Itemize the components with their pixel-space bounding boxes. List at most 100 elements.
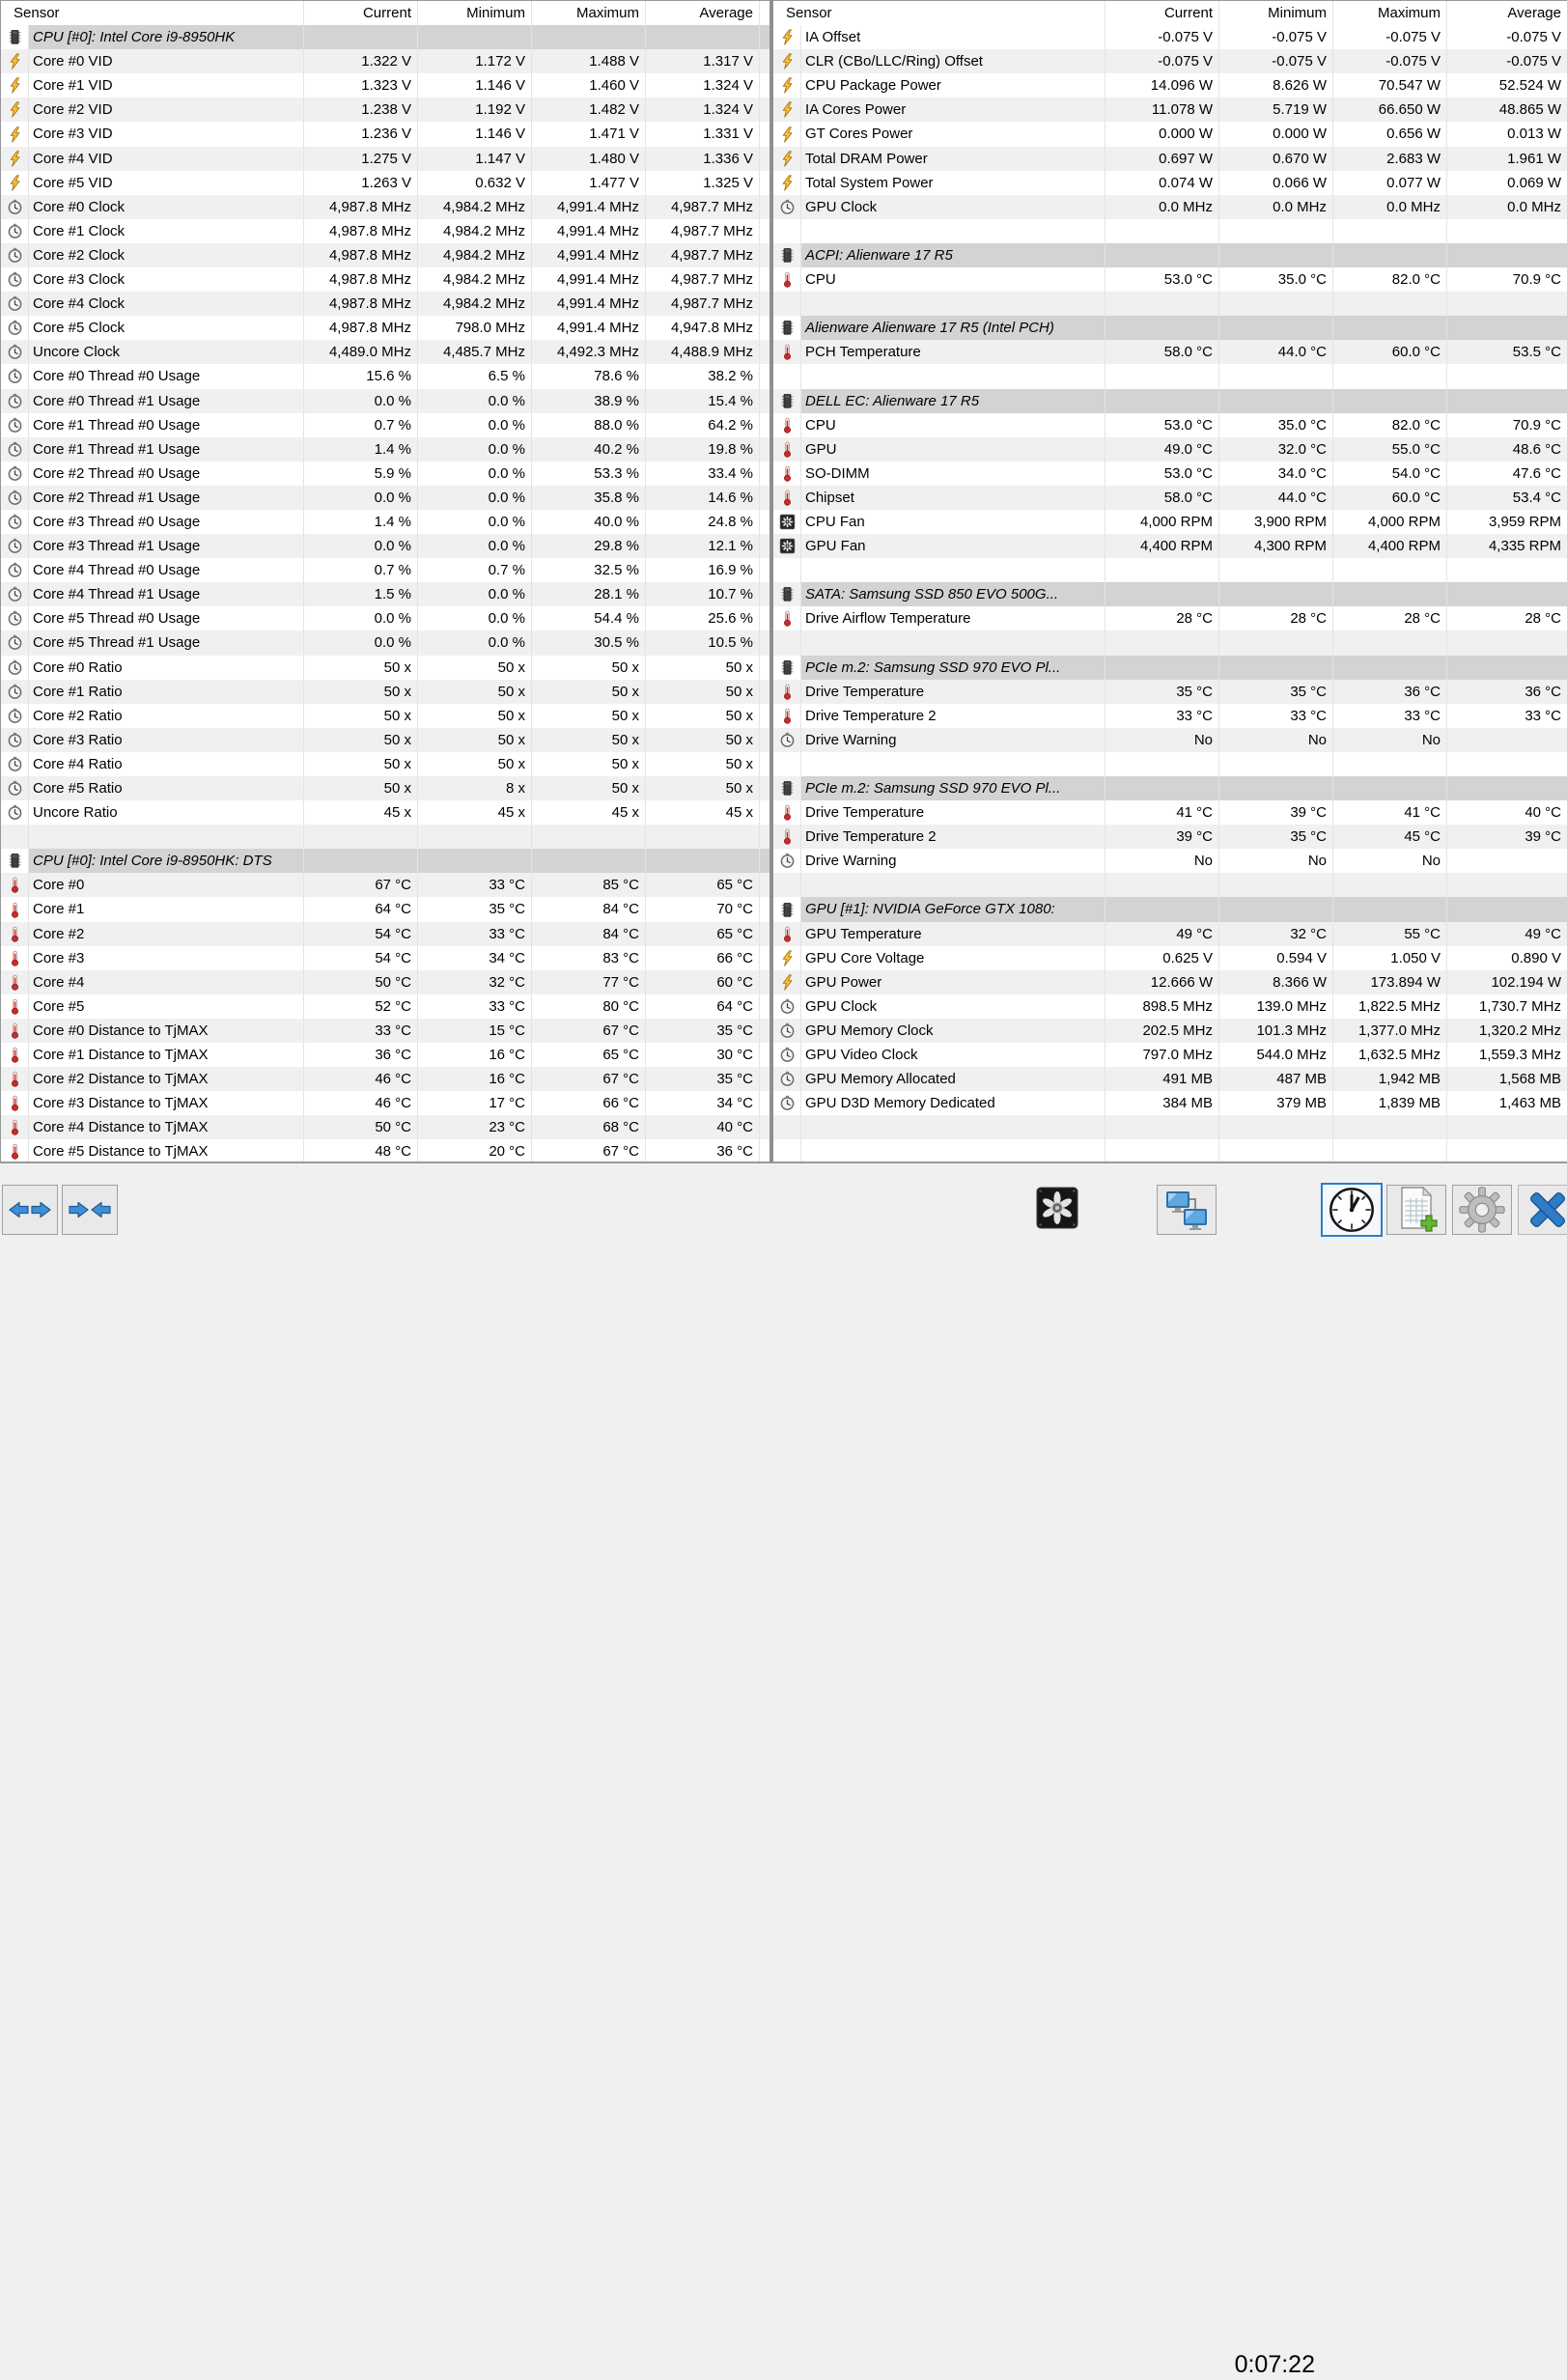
sensor-row[interactable]: Uncore Ratio45 x45 x45 x45 x [1,800,770,825]
sensor-row[interactable]: GPU Memory Allocated491 MB487 MB1,942 MB… [773,1067,1567,1091]
sensor-row[interactable]: Drive Temperature 239 °C35 °C45 °C39 °C [773,825,1567,849]
sensor-row[interactable]: GPU Core Voltage0.625 V0.594 V1.050 V0.8… [773,946,1567,970]
sensor-row[interactable]: Core #3 Thread #0 Usage1.4 %0.0 %40.0 %2… [1,510,770,534]
sensor-row[interactable]: Core #3 VID1.236 V1.146 V1.471 V1.331 V [1,122,770,146]
sensor-row[interactable]: Core #1 Distance to TjMAX36 °C16 °C65 °C… [1,1043,770,1067]
sensor-row[interactable]: Chipset58.0 °C44.0 °C60.0 °C53.4 °C [773,486,1567,510]
sensor-row[interactable]: Core #5 Thread #0 Usage0.0 %0.0 %54.4 %2… [1,606,770,630]
col-header-current[interactable]: Current [303,1,417,25]
sensor-row[interactable]: Core #1 VID1.323 V1.146 V1.460 V1.324 V [1,73,770,98]
sensor-row[interactable]: Core #5 Ratio50 x8 x50 x50 x [1,776,770,800]
sensor-row[interactable]: CPU53.0 °C35.0 °C82.0 °C70.9 °C [773,413,1567,437]
sensor-row[interactable]: Core #1 Clock4,987.8 MHz4,984.2 MHz4,991… [1,219,770,243]
section-header-row[interactable]: Alienware Alienware 17 R5 (Intel PCH) [773,316,1567,340]
col-header-sensor[interactable]: Sensor [773,1,1105,25]
sensor-row[interactable]: Core #164 °C35 °C84 °C70 °C [1,897,770,921]
sensor-row[interactable]: IA Offset-0.075 V-0.075 V-0.075 V-0.075 … [773,25,1567,49]
section-header-row[interactable]: CPU [#0]: Intel Core i9-8950HK: DTS [1,849,770,873]
sensor-row[interactable]: GPU Clock898.5 MHz139.0 MHz1,822.5 MHz1,… [773,994,1567,1019]
sensor-row[interactable]: Core #5 VID1.263 V0.632 V1.477 V1.325 V [1,171,770,195]
sensor-row[interactable]: CPU53.0 °C35.0 °C82.0 °C70.9 °C [773,267,1567,292]
sensor-row[interactable]: Core #0 Thread #0 Usage15.6 %6.5 %78.6 %… [1,364,770,388]
section-header-row[interactable]: SATA: Samsung SSD 850 EVO 500G... [773,582,1567,606]
sensor-row[interactable]: Core #254 °C33 °C84 °C65 °C [1,922,770,946]
sensor-row[interactable]: GPU49.0 °C32.0 °C55.0 °C48.6 °C [773,437,1567,462]
sensor-row[interactable]: GT Cores Power0.000 W0.000 W0.656 W0.013… [773,122,1567,146]
sensor-row[interactable]: Core #552 °C33 °C80 °C64 °C [1,994,770,1019]
col-header-average[interactable]: Average [1446,1,1567,25]
col-header-minimum[interactable]: Minimum [417,1,531,25]
sensor-row[interactable]: GPU Temperature49 °C32 °C55 °C49 °C [773,922,1567,946]
sensor-row[interactable]: GPU Memory Clock202.5 MHz101.3 MHz1,377.… [773,1019,1567,1043]
sensor-row[interactable]: Core #354 °C34 °C83 °C66 °C [1,946,770,970]
sensor-row[interactable]: Core #4 Thread #1 Usage1.5 %0.0 %28.1 %1… [1,582,770,606]
sensor-row[interactable]: Core #5 Thread #1 Usage0.0 %0.0 %30.5 %1… [1,630,770,655]
sensor-row[interactable]: Core #4 Thread #0 Usage0.7 %0.7 %32.5 %1… [1,558,770,582]
sensor-row[interactable]: Core #3 Distance to TjMAX46 °C17 °C66 °C… [1,1091,770,1115]
report-log-button[interactable] [1386,1185,1446,1235]
col-header-current[interactable]: Current [1105,1,1218,25]
sensor-row[interactable]: Core #0 Ratio50 x50 x50 x50 x [1,656,770,680]
close-button[interactable] [1518,1185,1567,1235]
sensor-row[interactable]: GPU Clock0.0 MHz0.0 MHz0.0 MHz0.0 MHz [773,195,1567,219]
sensor-row[interactable]: Core #2 Distance to TjMAX46 °C16 °C67 °C… [1,1067,770,1091]
sensor-row[interactable]: Core #5 Clock4,987.8 MHz798.0 MHz4,991.4… [1,316,770,340]
sensor-row[interactable]: Core #0 Thread #1 Usage0.0 %0.0 %38.9 %1… [1,389,770,413]
sensor-row[interactable]: Core #3 Ratio50 x50 x50 x50 x [1,728,770,752]
sensor-row[interactable]: Core #450 °C32 °C77 °C60 °C [1,970,770,994]
col-header-sensor[interactable]: Sensor [1,1,303,25]
sensor-row[interactable]: Core #2 Thread #0 Usage5.9 %0.0 %53.3 %3… [1,462,770,486]
sensor-row[interactable]: GPU D3D Memory Dedicated384 MB379 MB1,83… [773,1091,1567,1115]
sensor-row[interactable]: Total System Power0.074 W0.066 W0.077 W0… [773,171,1567,195]
sensor-row[interactable]: Drive Temperature41 °C39 °C41 °C40 °C [773,800,1567,825]
sensor-row[interactable]: GPU Video Clock797.0 MHz544.0 MHz1,632.5… [773,1043,1567,1067]
sensor-row[interactable]: GPU Fan4,400 RPM4,300 RPM4,400 RPM4,335 … [773,534,1567,558]
section-header-row[interactable]: ACPI: Alienware 17 R5 [773,243,1567,267]
sensor-row[interactable]: PCH Temperature58.0 °C44.0 °C60.0 °C53.5… [773,340,1567,364]
sensor-row[interactable]: Core #0 Clock4,987.8 MHz4,984.2 MHz4,991… [1,195,770,219]
section-header-row[interactable]: DELL EC: Alienware 17 R5 [773,389,1567,413]
sensor-row[interactable]: Core #2 Clock4,987.8 MHz4,984.2 MHz4,991… [1,243,770,267]
col-header-maximum[interactable]: Maximum [1332,1,1446,25]
sensor-row[interactable]: Core #2 Thread #1 Usage0.0 %0.0 %35.8 %1… [1,486,770,510]
sensor-row[interactable]: Core #4 VID1.275 V1.147 V1.480 V1.336 V [1,147,770,171]
sensor-row[interactable]: Drive WarningNoNoNo [773,728,1567,752]
col-header-average[interactable]: Average [645,1,759,25]
sensor-row[interactable]: GPU Power12.666 W8.366 W173.894 W102.194… [773,970,1567,994]
sensor-row[interactable]: Core #067 °C33 °C85 °C65 °C [1,873,770,897]
collapse-sensors-button[interactable] [62,1185,118,1235]
section-header-row[interactable]: PCIe m.2: Samsung SSD 970 EVO Pl... [773,656,1567,680]
expand-sensors-button[interactable] [2,1185,58,1235]
sensor-row[interactable]: Core #1 Thread #0 Usage0.7 %0.0 %88.0 %6… [1,413,770,437]
col-header-minimum[interactable]: Minimum [1218,1,1332,25]
sensor-row[interactable]: Core #1 Ratio50 x50 x50 x50 x [1,680,770,704]
section-header-row[interactable]: CPU [#0]: Intel Core i9-8950HK [1,25,770,49]
sensor-row[interactable]: Core #3 Clock4,987.8 MHz4,984.2 MHz4,991… [1,267,770,292]
sensor-row[interactable]: Core #2 Ratio50 x50 x50 x50 x [1,704,770,728]
sensor-row[interactable]: Core #4 Distance to TjMAX50 °C23 °C68 °C… [1,1115,770,1139]
sensor-row[interactable]: Core #4 Clock4,987.8 MHz4,984.2 MHz4,991… [1,292,770,316]
sensor-row[interactable]: Uncore Clock4,489.0 MHz4,485.7 MHz4,492.… [1,340,770,364]
settings-button[interactable] [1452,1185,1512,1235]
sensor-row[interactable]: SO-DIMM53.0 °C34.0 °C54.0 °C47.6 °C [773,462,1567,486]
sensor-row[interactable]: Drive Airflow Temperature28 °C28 °C28 °C… [773,606,1567,630]
section-header-row[interactable]: PCIe m.2: Samsung SSD 970 EVO Pl... [773,776,1567,800]
fan-control-button[interactable] [1035,1189,1079,1231]
sensor-row[interactable]: Core #0 VID1.322 V1.172 V1.488 V1.317 V [1,49,770,73]
sensor-row[interactable]: CPU Package Power14.096 W8.626 W70.547 W… [773,73,1567,98]
sensor-row[interactable]: Drive WarningNoNoNo [773,849,1567,873]
sensor-row[interactable]: Drive Temperature35 °C35 °C36 °C36 °C [773,680,1567,704]
sensor-row[interactable]: Core #5 Distance to TjMAX48 °C20 °C67 °C… [1,1139,770,1162]
sensor-row[interactable]: Core #0 Distance to TjMAX33 °C15 °C67 °C… [1,1019,770,1043]
sensor-row[interactable]: Core #2 VID1.238 V1.192 V1.482 V1.324 V [1,98,770,122]
sensor-row[interactable]: IA Cores Power11.078 W5.719 W66.650 W48.… [773,98,1567,122]
remote-monitoring-button[interactable] [1157,1185,1217,1235]
sensor-row[interactable]: CLR (CBo/LLC/Ring) Offset-0.075 V-0.075 … [773,49,1567,73]
sensor-row[interactable]: Core #3 Thread #1 Usage0.0 %0.0 %29.8 %1… [1,534,770,558]
sensor-row[interactable]: Core #1 Thread #1 Usage1.4 %0.0 %40.2 %1… [1,437,770,462]
uptime-clock-button[interactable] [1321,1183,1383,1237]
sensor-row[interactable]: Core #4 Ratio50 x50 x50 x50 x [1,752,770,776]
sensor-row[interactable]: Total DRAM Power0.697 W0.670 W2.683 W1.9… [773,147,1567,171]
sensor-row[interactable]: CPU Fan4,000 RPM3,900 RPM4,000 RPM3,959 … [773,510,1567,534]
col-header-maximum[interactable]: Maximum [531,1,645,25]
